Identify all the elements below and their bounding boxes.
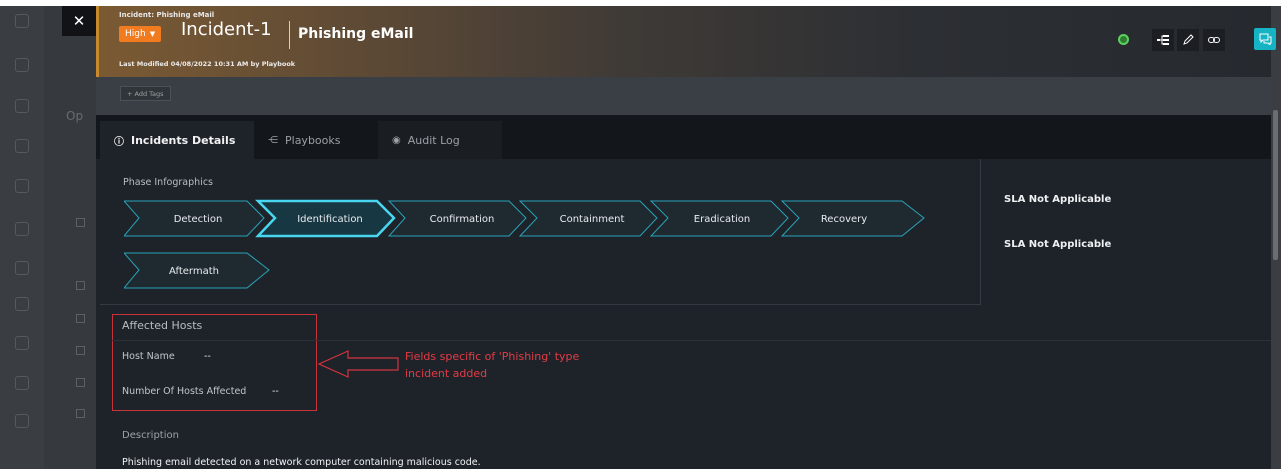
affected-hosts-heading: Affected Hosts: [122, 319, 203, 332]
phase-infographics-title: Phase Infographics: [123, 177, 213, 188]
close-icon: ✕: [72, 12, 86, 30]
annotation-text: Fields specific of 'Phishing' type incid…: [405, 350, 580, 380]
phase-identification[interactable]: Identification: [254, 199, 396, 238]
host-name-value[interactable]: --: [204, 351, 211, 362]
phase-chevrons: Detection Identification Confirmation Co…: [124, 199, 925, 289]
tab-label: Playbooks: [285, 133, 341, 147]
close-button[interactable]: ✕: [62, 6, 96, 36]
phase-infographics-panel: Phase Infographics Detection Identificat…: [100, 159, 980, 305]
phase-aftermath[interactable]: Aftermath: [124, 252, 270, 289]
description-text[interactable]: Phishing email detected on a network com…: [122, 457, 481, 468]
phase-label: Aftermath: [169, 266, 219, 277]
background-scrollbar[interactable]: [1273, 110, 1278, 260]
copy-link-button[interactable]: [1203, 29, 1225, 51]
pencil-icon: [1183, 34, 1194, 45]
tab-playbooks[interactable]: ⋲ Playbooks: [254, 121, 378, 159]
home-icon: [15, 14, 29, 28]
settings-icon: [15, 376, 29, 390]
assets-icon: [15, 222, 29, 236]
phase-label: Recovery: [821, 214, 867, 225]
eye-icon: ◉: [392, 134, 401, 146]
severity-dropdown[interactable]: High ▼: [119, 26, 162, 42]
background-panel-text: Op: [66, 109, 84, 123]
chevron-down-icon: ▼: [149, 30, 156, 38]
section-divider: [112, 340, 1271, 341]
info-icon: ⓘ: [114, 136, 124, 148]
description-heading: Description: [122, 430, 179, 441]
background-checkbox: [76, 281, 85, 290]
incident-header: Incident: Phishing eMail High ▼ Incident…: [96, 6, 1276, 77]
phase-label: Detection: [174, 214, 223, 225]
num-hosts-label: Number Of Hosts Affected: [122, 386, 247, 397]
host-name-label: Host Name: [122, 351, 175, 362]
title-divider: [289, 21, 290, 49]
severity-label: High: [125, 29, 146, 39]
phase-label: Containment: [560, 214, 625, 225]
tags-row: + Add Tags: [96, 77, 1271, 115]
background-checkbox: [76, 346, 85, 355]
tab-incident-details[interactable]: ⓘ Incidents Details: [100, 121, 254, 159]
hierarchy-button[interactable]: [1152, 29, 1174, 51]
sla-divider: [980, 159, 981, 305]
chat-icon: [1259, 33, 1271, 45]
status-indicator-icon: [1118, 34, 1129, 45]
hierarchy-icon: [1157, 35, 1169, 45]
phase-label: Confirmation: [430, 214, 495, 225]
phase-eradication[interactable]: Eradication: [649, 200, 789, 237]
phase-recovery[interactable]: Recovery: [780, 200, 925, 237]
threat-icon: [15, 179, 29, 193]
playbook-icon: ⋲: [268, 134, 278, 146]
tab-label: Incidents Details: [131, 133, 236, 147]
incident-details-content: Phase Infographics Detection Identificat…: [96, 159, 1271, 469]
tab-bar: ⓘ Incidents Details ⋲ Playbooks ◉ Audit …: [96, 115, 1271, 159]
sla-status: SLA Not Applicable: [1004, 239, 1112, 250]
phase-label: Identification: [297, 214, 363, 225]
phase-containment[interactable]: Containment: [518, 200, 658, 237]
tab-label: Audit Log: [407, 133, 460, 147]
incident-kicker: Incident: Phishing eMail: [119, 11, 215, 19]
num-hosts-value[interactable]: --: [272, 386, 279, 397]
collaboration-button[interactable]: [1254, 28, 1276, 50]
users-icon: [15, 414, 29, 428]
phase-label: Eradication: [694, 214, 750, 225]
last-modified: Last Modified 04/08/2022 10:31 AM by Pla…: [119, 60, 296, 68]
background-checkbox: [76, 218, 85, 227]
add-tags-button[interactable]: + Add Tags: [120, 86, 171, 101]
alerts-icon: [15, 99, 29, 113]
dashboard-icon: [15, 58, 29, 72]
incidents-icon: [15, 139, 29, 153]
background-list-panel: [44, 6, 100, 469]
callout-arrow-icon: [318, 350, 399, 378]
reports-icon: [15, 261, 29, 275]
incident-id: Incident-1: [181, 19, 272, 40]
background-sidebar: [0, 6, 44, 469]
background-checkbox: [76, 314, 85, 323]
background-checkbox: [76, 409, 85, 418]
sla-status: SLA Not Applicable: [1004, 194, 1112, 205]
incident-modal: Incident: Phishing eMail High ▼ Incident…: [96, 6, 1276, 469]
tab-audit-log[interactable]: ◉ Audit Log: [378, 121, 502, 159]
edit-button[interactable]: [1177, 29, 1199, 51]
phase-confirmation[interactable]: Confirmation: [387, 200, 527, 237]
link-icon: [1208, 37, 1220, 43]
incident-name: Phishing eMail: [298, 26, 414, 42]
background-checkbox: [76, 378, 85, 387]
automation-icon: [15, 336, 29, 350]
phase-detection[interactable]: Detection: [124, 200, 265, 237]
apps-icon: [15, 297, 29, 311]
